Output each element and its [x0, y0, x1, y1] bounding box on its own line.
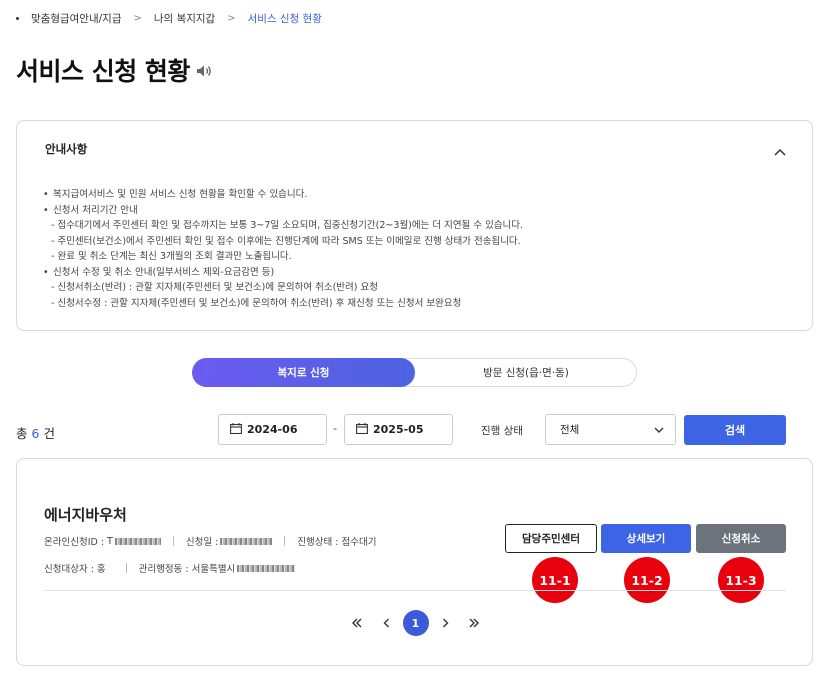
service-name: 에너지바우처: [44, 506, 127, 524]
date-from-picker[interactable]: 2024-06: [218, 414, 327, 445]
speaker-icon[interactable]: [196, 63, 212, 82]
pagination: 1: [17, 609, 814, 637]
notice-line: 신청서 처리기간 안내: [43, 203, 523, 219]
notice-title: 안내사항: [45, 142, 88, 156]
notice-line: - 접수대기에서 주민센터 확인 및 접수까지는 보통 3~7일 소요되며, 집…: [51, 220, 524, 231]
detail-button[interactable]: 상세보기: [601, 524, 691, 553]
last-page-icon[interactable]: [460, 609, 489, 637]
target-value: 홍: [96, 564, 106, 575]
page-title-row: 서비스 신청 현황: [16, 52, 212, 88]
date-from-value: 2024-06: [247, 423, 298, 436]
meta-divider: [284, 536, 286, 546]
status-select[interactable]: 전체: [545, 414, 676, 445]
chevron-right-icon: >: [227, 13, 236, 24]
status-select-value: 전체: [560, 424, 580, 436]
office-label: 관리행정동 :: [138, 564, 189, 575]
progress-value: 접수대기: [341, 537, 377, 548]
progress-label: 진행상태 :: [297, 537, 339, 548]
meta-row-1: 온라인신청ID : T 신청일 : 진행상태 : 접수대기: [44, 534, 377, 549]
total-count: 총 6 건: [16, 423, 55, 442]
online-id-label: 온라인신청ID :: [44, 537, 105, 548]
callout-marker: 11-2: [624, 557, 670, 603]
tab-online[interactable]: 복지로 신청: [192, 358, 415, 387]
home-bullet-icon: [16, 17, 19, 20]
notice-line: - 주민센터(보건소)에서 주민센터 확인 및 접수 이후에는 진행단계에 따라…: [51, 235, 521, 247]
total-suffix: 건: [43, 426, 55, 441]
breadcrumb-item-benefit[interactable]: 맞춤형급여안내/지급: [31, 11, 121, 26]
callout-marker: 11-1: [532, 557, 578, 603]
community-center-button[interactable]: 담당주민센터: [505, 524, 597, 553]
masked-address: [237, 564, 296, 572]
tab-visit[interactable]: 방문 신청(읍·면·동): [415, 359, 637, 386]
application-card: 에너지바우처 온라인신청ID : T 신청일 : 진행상태 : 접수대기 신청대…: [16, 458, 813, 666]
date-to-picker[interactable]: 2025-05: [344, 414, 453, 445]
target-label: 신청대상자 :: [44, 564, 94, 575]
chevron-up-icon[interactable]: [774, 141, 786, 160]
first-page-icon[interactable]: [343, 609, 372, 637]
online-id-value: T: [107, 535, 113, 547]
total-number: 6: [31, 426, 40, 441]
search-button[interactable]: 검색: [684, 415, 786, 445]
card-divider: [44, 590, 786, 591]
masked-date: [220, 537, 273, 545]
callout-marker: 11-3: [718, 557, 764, 603]
notice-line: - 신청서수정 : 관할 지자체(주민센터 및 보건소)에 문의하여 취소(반려…: [51, 297, 462, 309]
meta-divider: [125, 563, 127, 573]
breadcrumb: 맞춤형급여안내/지급 > 나의 복지지갑 > 서비스 신청 현황: [16, 11, 322, 26]
application-type-toggle: 복지로 신청 방문 신청(읍·면·동): [192, 358, 637, 387]
chevron-down-icon: [654, 424, 664, 436]
cancel-application-button[interactable]: 신청취소: [696, 524, 786, 553]
apply-date-label: 신청일 :: [185, 537, 219, 548]
notice-line: - 신청서취소(반려) : 관할 지자체(주민센터 및 보건소)에 문의하여 취…: [51, 282, 378, 293]
breadcrumb-item-current: 서비스 신청 현황: [247, 13, 322, 25]
chevron-right-icon: >: [133, 13, 142, 24]
calendar-icon: [230, 422, 242, 437]
calendar-icon: [356, 422, 368, 437]
total-prefix: 총: [16, 426, 28, 441]
office-value: 서울특별시: [191, 564, 236, 575]
notice-line: 복지급여서비스 및 민원 서비스 신청 현황을 확인할 수 있습니다.: [43, 187, 523, 203]
date-to-value: 2025-05: [373, 423, 424, 436]
masked-id: [114, 537, 161, 545]
meta-row-2: 신청대상자 : 홍 관리행정동 : 서울특별시: [44, 561, 296, 575]
breadcrumb-item-wallet[interactable]: 나의 복지지갑: [154, 11, 215, 26]
status-label: 진행 상태: [481, 425, 523, 437]
notice-panel: 안내사항 복지급여서비스 및 민원 서비스 신청 현황을 확인할 수 있습니다.…: [16, 120, 813, 331]
date-range-separator: -: [333, 422, 337, 435]
notice-list: 복지급여서비스 및 민원 서비스 신청 현황을 확인할 수 있습니다. 신청서 …: [43, 187, 523, 311]
next-page-icon[interactable]: [431, 609, 460, 637]
page-title: 서비스 신청 현황: [16, 57, 190, 86]
notice-line: 신청서 수정 및 취소 안내(일부서비스 제외-요금감면 등): [43, 265, 523, 281]
notice-line: - 완료 및 취소 단계는 최신 3개월의 조회 결과만 노출됩니다.: [51, 251, 292, 262]
prev-page-icon[interactable]: [372, 609, 401, 637]
meta-divider: [172, 536, 174, 546]
page-number-current[interactable]: 1: [402, 610, 429, 636]
